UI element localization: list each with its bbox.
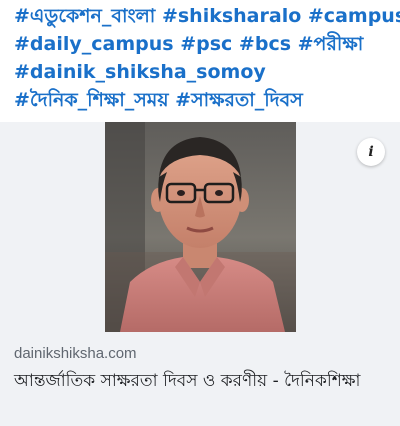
link-preview-card[interactable]: i dainikshiksha.com আন্তর্জাতিক সাক্ষরতা… [0, 122, 400, 426]
hashtag-link[interactable]: #dainik_shiksha_somoy [14, 61, 266, 83]
portrait-image [105, 122, 296, 332]
hashtag-line: #এডুকেশন_বাংলা #shiksharalo #campus [14, 2, 400, 30]
hashtag-link[interactable]: #পরীক্ষা [298, 33, 364, 55]
info-icon[interactable]: i [357, 138, 385, 166]
hashtag-link[interactable]: #campus [308, 5, 400, 27]
hashtag-link[interactable]: #bcs [239, 33, 291, 55]
hashtag-link[interactable]: #daily_campus [14, 33, 174, 55]
link-preview-meta[interactable]: dainikshiksha.com আন্তর্জাতিক সাক্ষরতা দ… [0, 332, 400, 426]
hashtag-link[interactable]: #এডুকেশন_বাংলা [14, 5, 155, 27]
hashtag-link[interactable]: #দৈনিক_শিক্ষা_সময় [14, 89, 169, 111]
hashtag-line: #দৈনিক_শিক্ষা_সময় #সাক্ষরতা_দিবস [14, 86, 396, 114]
link-preview-image-area[interactable]: i [0, 122, 400, 332]
hashtag-line: #daily_campus #psc #bcs #পরীক্ষা [14, 30, 396, 58]
post-hashtags: #এডুকেশন_বাংলা #shiksharalo #campus #dai… [14, 2, 400, 114]
hashtag-link[interactable]: #shiksharalo [162, 5, 301, 27]
link-preview-photo[interactable] [105, 122, 296, 332]
hashtag-link[interactable]: #psc [180, 33, 232, 55]
link-title[interactable]: আন্তর্জাতিক সাক্ষরতা দিবস ও করণীয় - দৈন… [14, 368, 386, 394]
link-domain: dainikshiksha.com [14, 345, 137, 362]
hashtag-link[interactable]: #সাক্ষরতা_দিবস [175, 89, 303, 111]
hashtag-line: #dainik_shiksha_somoy [14, 58, 396, 86]
